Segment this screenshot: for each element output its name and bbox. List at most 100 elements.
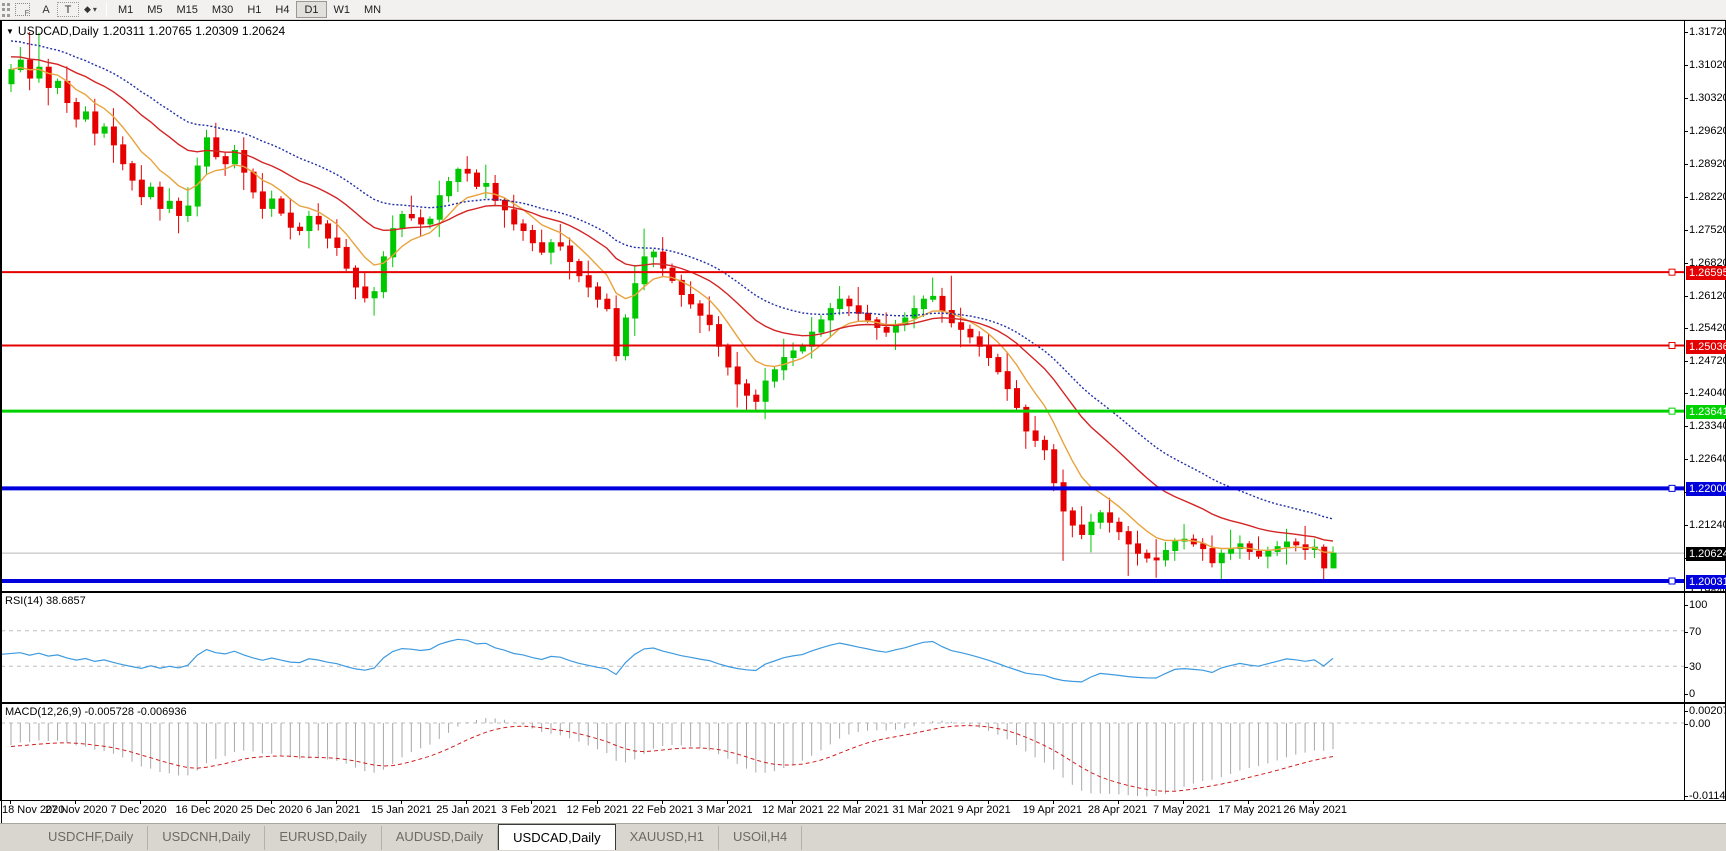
rsi-tick — [1685, 631, 1688, 633]
date-label: 22 Mar 2021 — [827, 804, 889, 816]
date-label: 19 Apr 2021 — [1022, 804, 1083, 816]
rsi-panel: RSI(14) 38.6857 100 70 30 0 — [0, 592, 1726, 703]
price-tick — [1685, 32, 1688, 33]
date-label: 6 Jan 2021 — [305, 804, 361, 816]
chart-ohlc-label: 1.20311 1.20765 1.20309 1.20624 — [102, 24, 286, 38]
hline-price-label: 1.20031 — [1686, 575, 1726, 589]
hline-price-label: 1.23641 — [1686, 405, 1726, 420]
date-label: 17 May 2021 — [1218, 804, 1282, 816]
rsi-chart[interactable] — [1, 593, 1684, 702]
toolbar-grip-icon[interactable] — [2, 2, 10, 17]
price-tick-label: 1.21240 — [1689, 519, 1726, 532]
hline-handle-1.25036[interactable] — [1668, 342, 1676, 350]
tab-usdchf-daily[interactable]: USDCHF,Daily — [34, 826, 149, 850]
candles — [8, 31, 1337, 583]
timeframe-button-m5[interactable]: M5 — [140, 1, 169, 18]
price-tick — [1685, 393, 1688, 395]
price-tick — [1685, 163, 1688, 165]
axis-divider — [1684, 593, 1685, 702]
rsi-line — [1, 638, 1334, 683]
timeframe-button-h1[interactable]: H1 — [240, 1, 268, 18]
rsi-tick-label: 70 — [1689, 625, 1702, 638]
top-toolbar: F A T ◆ ▾ M1 M5 M15 M30 H1 H4 D1 W1 MN — [0, 0, 1726, 20]
price-tick-label: 1.27520 — [1689, 223, 1726, 236]
price-tick-label: 1.24720 — [1689, 355, 1726, 368]
chart-dropdown-arrow-icon: ▼ — [6, 26, 14, 36]
mt4-window: F A T ◆ ▾ M1 M5 M15 M30 H1 H4 D1 W1 MN ▼ USDCAD,… — [0, 0, 1726, 851]
price-tick — [1685, 97, 1688, 99]
toolbar-separator — [105, 2, 107, 17]
rsi-tick — [1685, 605, 1688, 606]
macd-tick-label: 0.00 — [1689, 718, 1711, 731]
price-tick-label: 1.28220 — [1689, 190, 1726, 203]
date-label: 15 Jan 2021 — [371, 804, 432, 816]
hline-price-label: 1.26595 — [1686, 266, 1726, 281]
price-tick-label: 1.31720 — [1689, 26, 1726, 38]
price-chart[interactable] — [1, 21, 1684, 591]
chart-symbol-label: USDCAD,Daily — [17, 24, 99, 38]
hline-handle-1.20031[interactable] — [1668, 577, 1676, 585]
macd-chart[interactable] — [1, 704, 1684, 800]
date-label: 9 Apr 2021 — [957, 804, 1011, 816]
timeframe-button-h4[interactable]: H4 — [268, 1, 296, 18]
axis-divider — [1684, 704, 1685, 800]
price-tick-label: 1.26120 — [1689, 289, 1726, 302]
timeframe-button-m30[interactable]: M30 — [205, 1, 240, 18]
timeframe-button-m1[interactable]: M1 — [111, 1, 140, 18]
chevron-down-icon: ▾ — [92, 5, 97, 14]
timeframe-group: M1 M5 M15 M30 H1 H4 D1 W1 MN — [111, 1, 388, 18]
price-tick-label: 1.31020 — [1689, 58, 1726, 71]
date-label: 3 Feb 2021 — [501, 804, 558, 816]
window-edge — [1, 20, 2, 823]
price-tick — [1685, 262, 1688, 264]
macd-panel: MACD(12,26,9) -0.005728 -0.006936 0.0020… — [0, 703, 1726, 802]
grid-f-button[interactable]: F — [10, 1, 35, 19]
axis-divider — [1684, 21, 1685, 591]
tab-usoil-h4[interactable]: USOil,H4 — [719, 826, 803, 850]
macd-tick — [1685, 796, 1688, 797]
tab-audusd-daily[interactable]: AUDUSD,Daily — [382, 826, 499, 850]
price-tick — [1685, 64, 1688, 66]
grid-icon: F — [15, 3, 30, 17]
ma-medium-line — [10, 56, 1334, 542]
price-tick — [1685, 295, 1688, 297]
date-axis[interactable]: 18 Nov 2020 27 Nov 2020 7 Dec 2020 16 Dec 2… — [0, 801, 1726, 823]
macd-tick — [1685, 711, 1688, 712]
date-label: 22 Feb 2021 — [631, 804, 694, 816]
macd-histogram — [10, 718, 1334, 797]
hline-price-label: 1.22000 — [1686, 482, 1726, 497]
chart-tab-bar: USDCHF,Daily USDCNH,Daily EURUSD,Daily AUDU… — [0, 823, 1726, 851]
timeframe-button-d1[interactable]: D1 — [296, 1, 327, 18]
rsi-tick — [1685, 694, 1688, 695]
price-tick — [1685, 361, 1688, 363]
timeframe-button-m15[interactable]: M15 — [170, 1, 205, 18]
chart-title[interactable]: ▼ USDCAD,Daily 1.20311 1.20765 1.20309 1… — [6, 24, 285, 38]
price-tick — [1685, 328, 1688, 330]
price-tick-label: 1.22640 — [1689, 453, 1726, 466]
rsi-tick-label: 0 — [1689, 688, 1696, 700]
timeframe-button-w1[interactable]: W1 — [327, 1, 358, 18]
text-t-button[interactable]: T — [57, 2, 79, 17]
tab-eurusd-daily[interactable]: EURUSD,Daily — [265, 826, 382, 850]
date-label: 26 May 2021 — [1283, 804, 1347, 816]
date-label: 31 Mar 2021 — [892, 804, 955, 816]
price-chart-panel: ▼ USDCAD,Daily 1.20311 1.20765 1.20309 1… — [0, 20, 1726, 597]
timeframe-button-mn[interactable]: MN — [357, 1, 388, 18]
hline-handle-1.26595[interactable] — [1668, 268, 1676, 276]
macd-tick — [1685, 724, 1688, 726]
symbols-dropdown-button[interactable]: ◆ ▾ — [79, 1, 102, 19]
tab-xauusd-h1[interactable]: XAUUSD,H1 — [616, 826, 719, 850]
price-tick-label: 1.24040 — [1689, 387, 1726, 400]
price-tick — [1685, 229, 1688, 231]
rsi-indicator-label: RSI(14) 38.6857 — [5, 595, 86, 607]
date-label: 12 Mar 2021 — [762, 804, 824, 816]
date-label: 7 May 2021 — [1153, 804, 1211, 816]
arrow-a-button[interactable]: A — [35, 1, 57, 19]
tab-usdcad-daily[interactable]: USDCAD,Daily — [498, 824, 616, 850]
tab-usdcnh-daily[interactable]: USDCNH,Daily — [148, 826, 266, 850]
price-tick — [1685, 130, 1688, 132]
date-label: 12 Feb 2021 — [566, 804, 629, 816]
date-label: 25 Jan 2021 — [436, 804, 497, 816]
hline-handle-1.23641[interactable] — [1668, 407, 1676, 415]
hline-handle-1.22000[interactable] — [1668, 484, 1676, 492]
